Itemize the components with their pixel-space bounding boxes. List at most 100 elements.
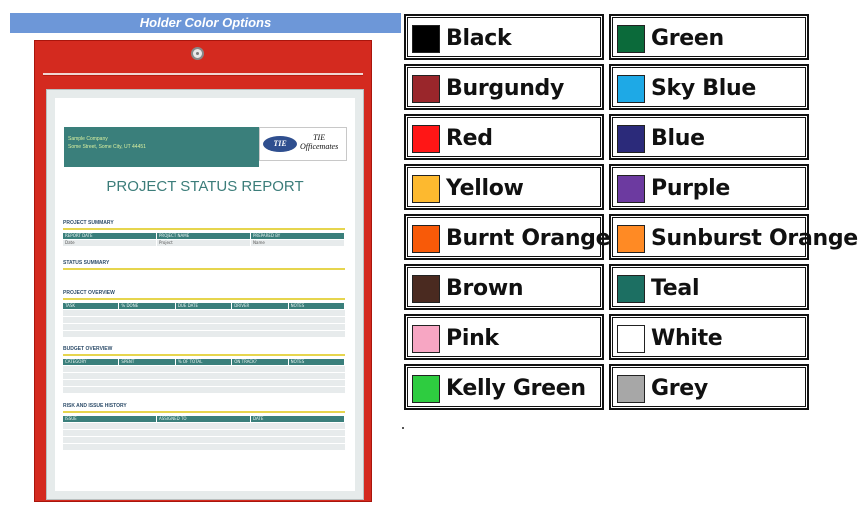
- table-row: [63, 386, 345, 393]
- color-label-sunburst-orange: Sunburst Orange: [651, 226, 858, 251]
- color-label-kelly-green: Kelly Green: [446, 376, 586, 401]
- color-label-pink: Pink: [446, 326, 499, 351]
- overview-table: TASK% DONE DUE DATE DRIVER NOTES: [63, 303, 346, 337]
- color-swatch-green: [617, 25, 645, 53]
- color-option-blue: Blue: [609, 114, 809, 160]
- color-swatch-black: [412, 25, 440, 53]
- table-row: [63, 309, 345, 316]
- table-cell: PREPARED BY: [251, 233, 345, 239]
- table-cell: ON TRACK?: [232, 359, 289, 365]
- section-budget-overview: BUDGET OVERVIEW: [63, 346, 113, 352]
- section-rule: [63, 268, 345, 270]
- doc-banner: Sample Company Some Street, Some City, U…: [64, 127, 259, 167]
- table-row: [63, 443, 345, 450]
- color-swatch-purple: [617, 175, 645, 203]
- color-label-brown: Brown: [446, 276, 524, 301]
- table-row: [63, 330, 345, 337]
- color-swatch-yellow: [412, 175, 440, 203]
- color-option-grey: Grey: [609, 364, 809, 410]
- color-option-sunburst-orange: Sunburst Orange: [609, 214, 858, 260]
- table-cell: % OF TOTAL: [176, 359, 233, 365]
- budget-head: CATEGORY SPENT% OF TOTAL ON TRACK? NOTES: [63, 359, 346, 365]
- doc-company-name: Sample Company: [68, 136, 108, 142]
- section-rule: [63, 354, 345, 356]
- doc-title: PROJECT STATUS REPORT: [106, 178, 304, 195]
- table-cell: PROJECT NAME: [157, 233, 251, 239]
- color-option-black: Black: [404, 14, 604, 60]
- table-cell: TASK: [63, 303, 120, 309]
- table-row: [63, 316, 345, 323]
- color-swatch-pink: [412, 325, 440, 353]
- color-option-burnt-orange: Burnt Orange: [404, 214, 611, 260]
- logo-text: TIE Officemates: [300, 133, 338, 151]
- section-project-overview: PROJECT OVERVIEW: [63, 290, 115, 296]
- color-swatch-blue: [617, 125, 645, 153]
- summary-table: REPORT DATE PROJECT NAME PREPARED BY Date P…: [63, 233, 345, 246]
- sample-document: Sample Company Some Street, Some City, U…: [55, 98, 355, 491]
- color-option-yellow: Yellow: [404, 164, 604, 210]
- table-cell: NOTES: [289, 303, 346, 309]
- summary-head: REPORT DATE PROJECT NAME PREPARED BY: [63, 233, 345, 239]
- table-cell: DRIVER: [232, 303, 289, 309]
- budget-table: CATEGORY SPENT% OF TOTAL ON TRACK? NOTES: [63, 359, 346, 393]
- table-row: [63, 372, 345, 379]
- logo-oval-icon: TIE: [263, 136, 297, 152]
- holder-slot: [43, 73, 363, 75]
- color-label-green: Green: [651, 26, 724, 51]
- table-cell: Date: [63, 240, 157, 246]
- table-cell: SPENT: [119, 359, 176, 365]
- summary-vals: Date Project Name: [63, 239, 345, 246]
- risk-table: ISSUE ASSIGNED TO DATE: [63, 416, 345, 450]
- risk-head: ISSUE ASSIGNED TO DATE: [63, 416, 345, 422]
- color-option-brown: Brown: [404, 264, 604, 310]
- table-cell: Project: [157, 240, 251, 246]
- table-row: [63, 429, 345, 436]
- color-label-black: Black: [446, 26, 512, 51]
- doc-company-info: Sample Company Some Street, Some City, U…: [68, 135, 146, 151]
- table-cell: ASSIGNED TO: [157, 416, 251, 422]
- holder-sheet: Sample Company Some Street, Some City, U…: [46, 89, 364, 500]
- table-cell: % DONE: [119, 303, 176, 309]
- doc-company-address: Some Street, Some City, UT 44451: [68, 144, 146, 150]
- table-cell: Name: [251, 240, 345, 246]
- section-project-summary: PROJECT SUMMARY: [63, 220, 114, 226]
- color-label-white: White: [651, 326, 723, 351]
- color-option-purple: Purple: [609, 164, 809, 210]
- color-swatch-teal: [617, 275, 645, 303]
- color-swatch-sunburst-orange: [617, 225, 645, 253]
- color-label-red: Red: [446, 126, 493, 151]
- color-swatch-burgundy: [412, 75, 440, 103]
- stray-dot: [402, 427, 404, 429]
- table-cell: DATE: [251, 416, 345, 422]
- logo-line2: Officemates: [300, 142, 339, 151]
- color-option-teal: Teal: [609, 264, 809, 310]
- table-row: [63, 379, 345, 386]
- color-label-teal: Teal: [651, 276, 700, 301]
- color-label-blue: Blue: [651, 126, 705, 151]
- color-option-burgundy: Burgundy: [404, 64, 604, 110]
- table-row: [63, 365, 345, 372]
- table-cell: DUE DATE: [176, 303, 233, 309]
- color-option-kelly-green: Kelly Green: [404, 364, 604, 410]
- section-risk-history: RISK AND ISSUE HISTORY: [63, 403, 127, 409]
- logo-line1: TIE: [313, 133, 326, 142]
- color-option-sky-blue: Sky Blue: [609, 64, 809, 110]
- table-cell: CATEGORY: [63, 359, 120, 365]
- color-swatch-grey: [617, 375, 645, 403]
- holder-color-options-header: Holder Color Options: [10, 13, 401, 33]
- color-swatch-burnt-orange: [412, 225, 440, 253]
- section-rule: [63, 228, 345, 230]
- color-label-burnt-orange: Burnt Orange: [446, 226, 611, 251]
- color-label-yellow: Yellow: [446, 176, 524, 201]
- section-status-summary: STATUS SUMMARY: [63, 260, 110, 266]
- shop-ticket-holder-image: Sample Company Some Street, Some City, U…: [34, 40, 372, 502]
- table-cell: ISSUE: [63, 416, 157, 422]
- section-rule: [63, 411, 345, 413]
- overview-head: TASK% DONE DUE DATE DRIVER NOTES: [63, 303, 346, 309]
- color-label-grey: Grey: [651, 376, 708, 401]
- table-row: [63, 436, 345, 443]
- table-cell: REPORT DATE: [63, 233, 157, 239]
- color-label-sky-blue: Sky Blue: [651, 76, 756, 101]
- color-swatch-sky-blue: [617, 75, 645, 103]
- table-row: [63, 422, 345, 429]
